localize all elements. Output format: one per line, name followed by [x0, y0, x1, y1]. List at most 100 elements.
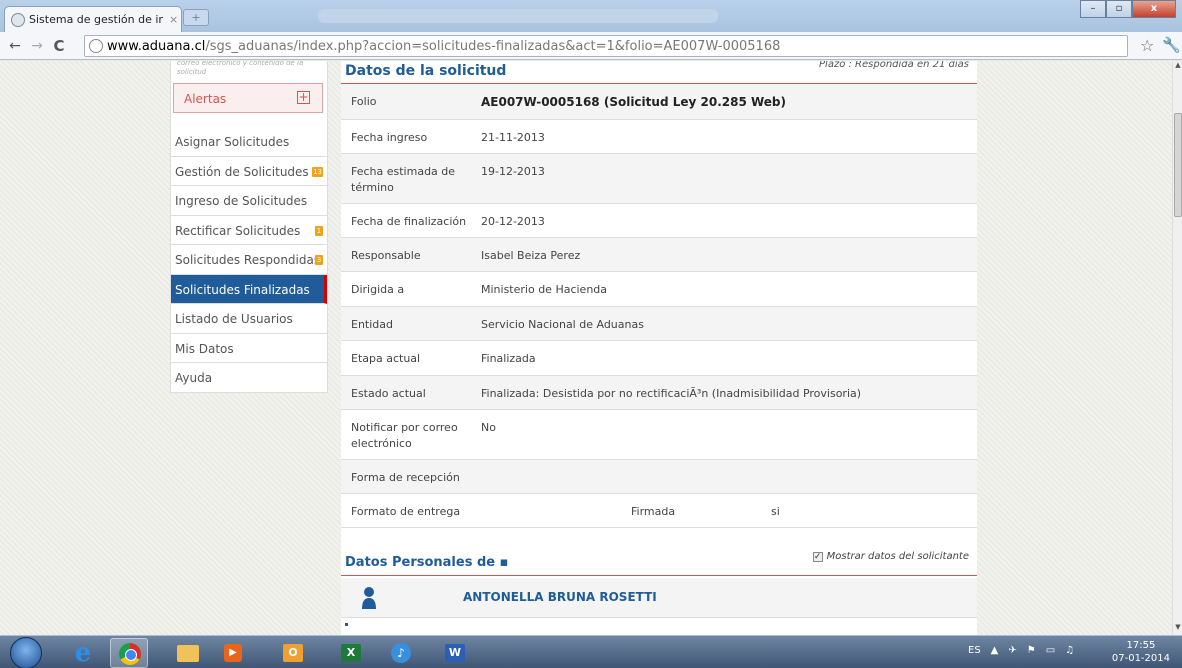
sidebar-item-mis-datos[interactable]: Mis Datos [171, 334, 327, 363]
mostrar-datos-checkbox[interactable]: ✓ [812, 551, 823, 562]
language-indicator[interactable]: ES [968, 645, 981, 656]
personales-title: Datos Personales de [345, 555, 500, 570]
table-row: Fecha de finalización 20-12-2013 [341, 203, 977, 238]
itunes-icon[interactable]: ♪ [382, 638, 420, 668]
excel-icon[interactable]: X [332, 638, 370, 668]
browser-toolbar: ← → C www.aduana.cl /sgs_aduanas/index.p… [0, 32, 1182, 60]
sidebar-item-rectificar[interactable]: Rectificar Solicitudes 1 [171, 216, 327, 245]
scroll-up-arrow-icon[interactable]: ▲ [1173, 61, 1182, 73]
flag-icon[interactable]: ⚑ [1027, 645, 1036, 656]
table-row: Dirigida a Ministerio de Hacienda [341, 271, 977, 307]
table-row: Notificar por correo electrónico No [341, 409, 977, 460]
solicitud-details-table: Folio AE007W-0005168 (Solicitud Ley 20.2… [341, 84, 977, 528]
section-divider [341, 575, 977, 576]
alertas-panel[interactable]: Alertas + [173, 83, 323, 113]
clock[interactable]: 17:55 07-01-2014 [1112, 639, 1170, 665]
forward-arrow-icon[interactable]: → [26, 38, 48, 54]
sidebar-item-label: Listado de Usuarios [175, 312, 293, 326]
bullet: ▪ [499, 555, 509, 570]
chrome-icon[interactable] [110, 638, 148, 668]
expand-plus-icon[interactable]: + [297, 91, 310, 104]
persona-row: ANTONELLA BRUNA ROSETTI [341, 578, 977, 618]
reload-icon[interactable]: C [48, 37, 70, 55]
table-row: Fecha ingreso 21-11-2013 [341, 119, 977, 154]
row-label: Fecha de finalización [341, 203, 481, 238]
start-button[interactable] [10, 637, 42, 668]
folder-icon[interactable] [168, 638, 206, 668]
volume-icon[interactable]: ♫ [1065, 645, 1074, 656]
display-icon[interactable]: ▭ [1046, 645, 1055, 656]
back-arrow-icon[interactable]: ← [4, 38, 26, 54]
bookmark-star-icon[interactable]: ☆ [1140, 36, 1154, 55]
row-value: Ministerio de Hacienda [481, 271, 977, 307]
sidebar-item-label: Mis Datos [175, 341, 234, 356]
row-label: Folio [341, 84, 481, 120]
sidebar-item-usuarios[interactable]: Listado de Usuarios [171, 304, 327, 334]
row-value: No [481, 409, 977, 460]
site-info-icon[interactable] [89, 39, 103, 53]
scroll-down-arrow-icon[interactable]: ▼ [1173, 623, 1182, 635]
browser-tab[interactable]: Sistema de gestión de infor × [4, 6, 182, 32]
count-badge: 1 [315, 225, 323, 236]
row-label: Forma de recepción [341, 459, 481, 494]
maximize-button[interactable]: ▫ [1106, 0, 1132, 18]
close-tab-icon[interactable]: × [169, 13, 178, 26]
clock-time: 17:55 [1126, 640, 1156, 651]
url-host: www.aduana.cl [107, 38, 206, 54]
window-titlebar: Sistema de gestión de infor × + – ▫ x [0, 0, 1182, 32]
sidebar-item-label: Ayuda [175, 371, 213, 385]
alertas-label: Alertas [184, 92, 227, 106]
folio-value: AE007W-0005168 (Solicitud Ley 20.285 Web… [481, 95, 786, 109]
sidebar-item-asignar[interactable]: Asignar Solicitudes [171, 127, 327, 157]
person-icon [362, 587, 376, 609]
globe-icon [11, 12, 25, 27]
table-row: Formato de entrega Firmada si [341, 493, 977, 528]
new-tab-button[interactable]: + [183, 9, 209, 26]
sidebar-item-label: Solicitudes Finalizadas [175, 282, 310, 297]
sidebar-item-ingreso[interactable]: Ingreso de Solicitudes [171, 186, 327, 216]
tray-expand-icon[interactable]: ▲ [991, 645, 999, 656]
table-row: Fecha estimada de término 19-12-2013 [341, 153, 977, 204]
sidebar-item-respondidas[interactable]: Solicitudes Respondidas 3 [171, 245, 327, 275]
network-icon[interactable]: ✈ [1008, 645, 1016, 656]
row-value: 21-11-2013 [481, 119, 977, 154]
count-badge: 13 [312, 166, 323, 177]
address-bar[interactable]: www.aduana.cl /sgs_aduanas/index.php?acc… [84, 35, 1128, 57]
row-value: Finalizada [481, 340, 977, 376]
row-label: Etapa actual [341, 340, 481, 376]
windows-taskbar: e ▶ O X ♪ W ES ▲ ✈ ⚑ ▭ ♫ 17:55 07-01-201… [0, 635, 1182, 668]
sidebar-item-label: Solicitudes Respondidas [175, 253, 321, 267]
firmada-value: si [771, 493, 977, 528]
row-value: 20-12-2013 [481, 203, 977, 238]
row-label: Responsable [341, 237, 481, 272]
sidebar-item-gestion[interactable]: Gestión de Solicitudes 13 [171, 157, 327, 186]
table-row: Etapa actual Finalizada [341, 340, 977, 376]
row-label: Fecha ingreso [341, 119, 481, 154]
word-icon[interactable]: W [436, 638, 474, 668]
sidebar-item-ayuda[interactable]: Ayuda [171, 363, 327, 393]
table-row: Estado actual Finalizada: Desistida por … [341, 375, 977, 410]
main-content: Datos de la solicitud Plazo : Respondida… [341, 61, 977, 635]
sidebar-note: correo electrónico y contenido de la sol… [177, 61, 304, 76]
person-name: ANTONELLA BRUNA ROSETTI [463, 590, 657, 604]
row-label: Entidad [341, 306, 481, 341]
clock-date: 07-01-2014 [1111, 653, 1170, 664]
sidebar-item-label: Ingreso de Solicitudes [175, 194, 308, 208]
outlook-icon[interactable]: O [274, 638, 312, 668]
close-window-button[interactable]: x [1132, 0, 1176, 18]
row-label: Notificar por correo electrónico [341, 409, 481, 460]
row-value: 19-12-2013 [481, 153, 977, 204]
media-player-icon[interactable]: ▶ [214, 638, 252, 668]
wrench-icon[interactable]: 🔧 [1162, 36, 1181, 54]
mostrar-datos-option[interactable]: ✓ Mostrar datos del solicitante [812, 551, 969, 562]
minimize-button[interactable]: – [1080, 0, 1106, 18]
internet-explorer-icon[interactable]: e [64, 638, 102, 668]
sidebar-item-label: Gestión de Solicitudes [175, 164, 309, 179]
window-controls: – ▫ x [1080, 0, 1176, 18]
sidebar-item-finalizadas[interactable]: Solicitudes Finalizadas [171, 274, 327, 304]
plazo-text: Plazo : Respondida en 21 días [819, 61, 969, 70]
vertical-scrollbar[interactable]: ▲ ▼ [1172, 61, 1182, 635]
scroll-thumb[interactable] [1174, 113, 1182, 217]
count-badge: 3 [315, 255, 323, 265]
table-row: Entidad Servicio Nacional de Aduanas [341, 306, 977, 341]
